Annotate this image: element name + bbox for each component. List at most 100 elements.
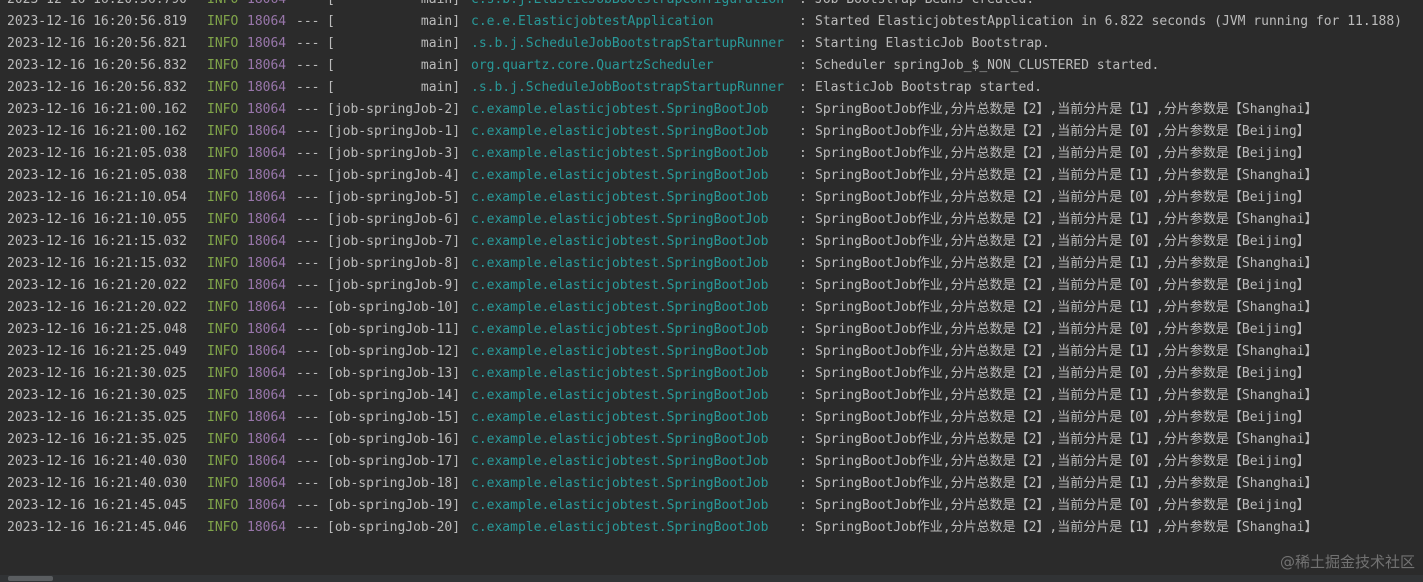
separator: --- [296,388,320,403]
logger-name: c.e.e.ElasticjobtestApplication [471,14,714,29]
log-message: SpringBootJob作业,分片总数是【2】,当前分片是【0】,分片参数是【… [815,124,1310,139]
separator: --- [296,432,320,447]
timestamp: 2023-12-16 16:21:30.025 [7,366,188,381]
separator: --- [296,498,320,513]
thread-name: [ob-springJob-19] [327,498,461,513]
separator: --- [296,190,320,205]
log-line: 2023-12-16 16:20:56.832 INFO 18064 --- [ mai… [0,77,1423,99]
colon-separator: : [799,454,807,469]
colon-separator: : [799,366,807,381]
log-line: 2023-12-16 16:20:56.819 INFO 18064 --- [ mai… [0,11,1423,33]
log-level: INFO [207,168,239,183]
thread-name: [ob-springJob-15] [327,410,461,425]
thread-name: [ main] [327,58,461,73]
log-level: INFO [207,256,239,271]
thread-name: [ main] [327,36,461,51]
log-line: 2023-12-16 16:21:20.022 INFO 18064 --- [ob-s… [0,297,1423,319]
separator: --- [296,58,320,73]
log-line: 2023-12-16 16:21:45.046 INFO 18064 --- [ob-s… [0,517,1423,539]
separator: --- [296,146,320,161]
log-message: Job Bootstrap Beans created. [815,0,1034,11]
colon-separator: : [799,432,807,447]
thread-name: [job-springJob-1] [327,124,461,139]
process-id: 18064 [247,388,287,403]
log-level: INFO [207,36,239,51]
timestamp: 2023-12-16 16:21:05.038 [7,168,188,183]
colon-separator: : [799,344,807,359]
colon-separator: : [799,80,807,95]
log-message: SpringBootJob作业,分片总数是【2】,当前分片是【0】,分片参数是【… [815,366,1310,381]
process-id: 18064 [247,432,287,447]
logger-name: c.example.elasticjobtest.SpringBootJob [471,476,769,491]
log-level: INFO [207,234,239,249]
separator: --- [296,212,320,227]
thread-name: [ob-springJob-10] [327,300,461,315]
log-level: INFO [207,14,239,29]
thread-name: [job-springJob-3] [327,146,461,161]
separator: --- [296,300,320,315]
log-level: INFO [207,102,239,117]
thread-name: [ob-springJob-18] [327,476,461,491]
logger-name: c.example.elasticjobtest.SpringBootJob [471,256,769,271]
logger-name: .s.b.j.ScheduleJobBootstrapStartupRunner [471,80,785,95]
timestamp: 2023-12-16 16:21:45.045 [7,498,188,513]
log-message: SpringBootJob作业,分片总数是【2】,当前分片是【1】,分片参数是【… [815,476,1318,491]
thread-name: [ob-springJob-17] [327,454,461,469]
process-id: 18064 [247,80,287,95]
colon-separator: : [799,234,807,249]
log-line: 2023-12-16 16:20:56.790 INFO 18064 --- [ mai… [0,0,1423,11]
process-id: 18064 [247,410,287,425]
colon-separator: : [799,0,807,11]
separator: --- [296,168,320,183]
scrollbar-thumb[interactable] [8,576,53,581]
thread-name: [job-springJob-2] [327,102,461,117]
log-level: INFO [207,146,239,161]
log-level: INFO [207,476,239,491]
log-message: Scheduler springJob_$_NON_CLUSTERED star… [815,58,1160,73]
colon-separator: : [799,520,807,535]
logger-name: c.example.elasticjobtest.SpringBootJob [471,366,769,381]
log-level: INFO [207,432,239,447]
log-line: 2023-12-16 16:21:30.025 INFO 18064 --- [ob-s… [0,363,1423,385]
process-id: 18064 [247,322,287,337]
log-level: INFO [207,124,239,139]
log-message: Starting ElasticJob Bootstrap. [815,36,1050,51]
timestamp: 2023-12-16 16:21:15.032 [7,234,188,249]
log-level: INFO [207,498,239,513]
timestamp: 2023-12-16 16:21:35.025 [7,410,188,425]
separator: --- [296,234,320,249]
log-message: SpringBootJob作业,分片总数是【2】,当前分片是【1】,分片参数是【… [815,432,1318,447]
process-id: 18064 [247,498,287,513]
thread-name: [job-springJob-9] [327,278,461,293]
log-line: 2023-12-16 16:20:56.832 INFO 18064 --- [ mai… [0,55,1423,77]
colon-separator: : [799,146,807,161]
log-message: SpringBootJob作业,分片总数是【2】,当前分片是【1】,分片参数是【… [815,256,1318,271]
logger-name: c.example.elasticjobtest.SpringBootJob [471,190,769,205]
log-line: 2023-12-16 16:21:15.032 INFO 18064 --- [job-… [0,231,1423,253]
process-id: 18064 [247,234,287,249]
log-message: SpringBootJob作业,分片总数是【2】,当前分片是【0】,分片参数是【… [815,146,1310,161]
horizontal-scrollbar[interactable] [0,575,1423,582]
log-line: 2023-12-16 16:21:25.049 INFO 18064 --- [ob-s… [0,341,1423,363]
log-message: SpringBootJob作业,分片总数是【2】,当前分片是【0】,分片参数是【… [815,498,1310,513]
logger-name: c.example.elasticjobtest.SpringBootJob [471,454,769,469]
console-output[interactable]: 2023-12-16 16:20:56.790 INFO 18064 --- [ mai… [0,0,1423,549]
log-message: SpringBootJob作业,分片总数是【2】,当前分片是【0】,分片参数是【… [815,454,1310,469]
log-line: 2023-12-16 16:21:00.162 INFO 18064 --- [job-… [0,99,1423,121]
colon-separator: : [799,36,807,51]
logger-name: c.example.elasticjobtest.SpringBootJob [471,212,769,227]
timestamp: 2023-12-16 16:21:10.054 [7,190,188,205]
logger-name: c.example.elasticjobtest.SpringBootJob [471,344,769,359]
process-id: 18064 [247,476,287,491]
log-message: SpringBootJob作业,分片总数是【2】,当前分片是【1】,分片参数是【… [815,520,1318,535]
log-message: SpringBootJob作业,分片总数是【2】,当前分片是【1】,分片参数是【… [815,212,1318,227]
separator: --- [296,102,320,117]
log-message: SpringBootJob作业,分片总数是【2】,当前分片是【0】,分片参数是【… [815,410,1310,425]
logger-name: c.example.elasticjobtest.SpringBootJob [471,388,769,403]
timestamp: 2023-12-16 16:21:25.048 [7,322,188,337]
logger-name: c.example.elasticjobtest.SpringBootJob [471,146,769,161]
log-level: INFO [207,0,238,11]
timestamp: 2023-12-16 16:21:20.022 [7,278,188,293]
thread-name: [ob-springJob-20] [327,520,461,535]
logger-name: c.s.b.j.ElasticJobBootstrapConfiguration [471,0,784,11]
